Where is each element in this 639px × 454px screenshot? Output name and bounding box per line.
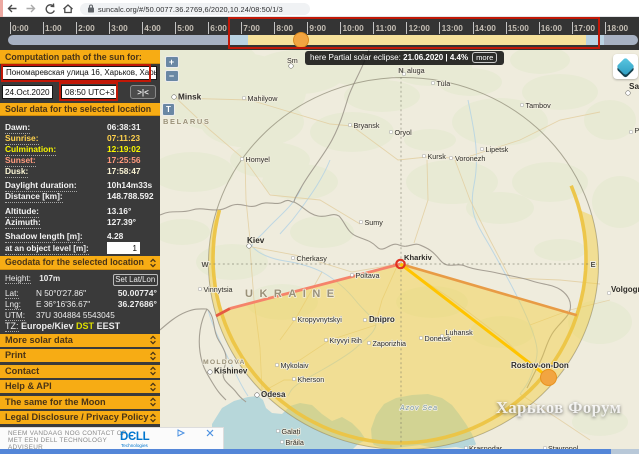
svg-text:Tula: Tula <box>437 79 451 88</box>
svg-text:BELARUS: BELARUS <box>163 117 210 126</box>
svg-text:Odesa: Odesa <box>261 390 286 399</box>
svg-text:Mahilyow: Mahilyow <box>248 94 279 103</box>
svg-text:Vinnytsia: Vinnytsia <box>204 285 233 294</box>
svg-text:Galați: Galați <box>282 427 301 436</box>
svg-text:Kherson: Kherson <box>298 375 325 384</box>
svg-text:MOLDOVA: MOLDOVA <box>203 359 246 366</box>
svg-text:Rostov-on-Don: Rostov-on-Don <box>511 361 569 370</box>
svg-text:Oryol: Oryol <box>395 128 413 137</box>
svg-text:Brăila: Brăila <box>286 438 304 447</box>
svg-text:Kryvyi Rih: Kryvyi Rih <box>330 336 362 345</box>
svg-text:Luhansk: Luhansk <box>446 328 474 337</box>
svg-text:Volgograd: Volgograd <box>611 285 639 294</box>
svg-text:Sumy: Sumy <box>365 218 384 227</box>
svg-text:W: W <box>201 260 209 269</box>
svg-text:Tambov: Tambov <box>526 101 552 110</box>
svg-text:UKRAINE: UKRAINE <box>245 288 341 300</box>
svg-text:Azov Sea: Azov Sea <box>399 405 438 412</box>
svg-text:Cherkasy: Cherkasy <box>297 254 328 263</box>
svg-text:aluga: aluga <box>407 66 425 75</box>
svg-text:Sm: Sm <box>287 56 298 65</box>
svg-text:Dnipro: Dnipro <box>369 315 395 324</box>
svg-text:E: E <box>590 260 595 269</box>
svg-text:Poltava: Poltava <box>356 271 380 280</box>
svg-text:Kharkiv: Kharkiv <box>404 253 433 262</box>
svg-text:Mykolaiv: Mykolaiv <box>281 361 309 370</box>
svg-text:Lipetsk: Lipetsk <box>486 145 509 154</box>
svg-text:Kropyvnytskyi: Kropyvnytskyi <box>298 315 343 324</box>
svg-text:Homyel: Homyel <box>246 155 271 164</box>
svg-text:Bryansk: Bryansk <box>354 121 380 130</box>
svg-text:Kishinev: Kishinev <box>214 367 248 376</box>
svg-text:Kursk: Kursk <box>428 152 447 161</box>
svg-text:Voronezh: Voronezh <box>455 154 485 163</box>
svg-text:Zaporizhia: Zaporizhia <box>373 339 407 348</box>
svg-text:Kiev: Kiev <box>247 236 265 245</box>
svg-text:Minsk: Minsk <box>178 93 202 102</box>
svg-text:Saratov: Saratov <box>629 82 639 91</box>
svg-text:Penza: Penza <box>635 126 639 135</box>
